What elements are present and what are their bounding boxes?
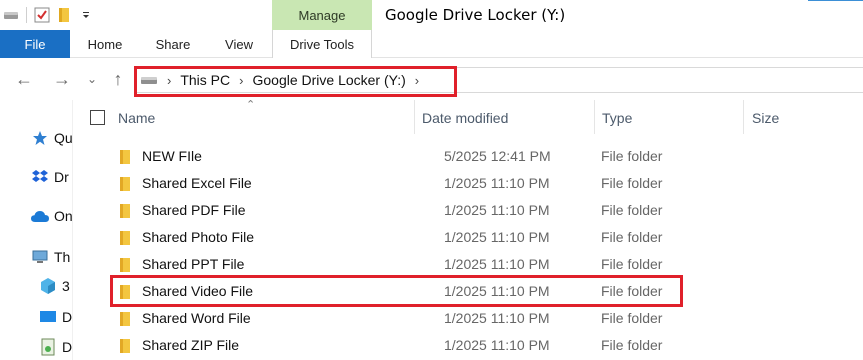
folder-icon	[120, 312, 130, 326]
column-header-name[interactable]: Name	[118, 100, 408, 136]
drive-icon[interactable]	[0, 0, 22, 30]
tab-home[interactable]: Home	[84, 30, 126, 58]
folder-icon	[120, 231, 130, 245]
onedrive-cloud-icon	[30, 207, 50, 225]
forward-arrow-icon[interactable]: →	[50, 66, 74, 92]
tab-view[interactable]: View	[220, 30, 258, 58]
column-header-type[interactable]: Type	[602, 100, 732, 136]
nav-item-documents[interactable]: D	[38, 337, 72, 357]
window-title: Google Drive Locker (Y:)	[385, 6, 566, 24]
file-date-modified: 1/2025 11:10 PM	[444, 256, 550, 272]
annotation-highlight-row	[110, 275, 683, 307]
file-name: Shared ZIP File	[142, 337, 240, 353]
documents-icon	[38, 338, 58, 356]
file-row[interactable]: Shared Photo File 1/2025 11:10 PM File f…	[112, 225, 672, 251]
file-type: File folder	[601, 202, 663, 218]
file-date-modified: 1/2025 11:10 PM	[444, 337, 550, 353]
file-row[interactable]: Shared ZIP File 1/2025 11:10 PM File fol…	[112, 333, 672, 359]
nav-item-quick-access[interactable]: Qu	[30, 128, 73, 148]
customize-toolbar-chevron-icon[interactable]	[75, 0, 97, 30]
tab-file[interactable]: File	[0, 30, 70, 58]
file-type: File folder	[601, 148, 663, 164]
nav-item-3d-objects[interactable]: 3	[38, 276, 70, 296]
column-divider[interactable]	[594, 100, 595, 134]
nav-item-this-pc[interactable]: Th	[30, 247, 70, 267]
dropbox-icon	[30, 168, 50, 186]
this-pc-icon	[30, 248, 50, 266]
back-arrow-icon[interactable]: ←	[12, 66, 36, 92]
file-row[interactable]: Shared Word File 1/2025 11:10 PM File fo…	[112, 306, 672, 332]
nav-item-desktop[interactable]: D	[38, 307, 72, 327]
folder-icon	[120, 339, 130, 353]
nav-item-dropbox[interactable]: Dr	[30, 167, 69, 187]
file-name: Shared PPT File	[142, 256, 245, 272]
tab-manage[interactable]: Manage	[272, 0, 372, 30]
file-date-modified: 1/2025 11:10 PM	[444, 310, 550, 326]
3d-objects-icon	[38, 277, 58, 295]
file-name: Shared Excel File	[142, 175, 252, 191]
nav-item-label: On	[54, 208, 73, 224]
title-bar: Manage Google Drive Locker (Y:)	[0, 0, 863, 30]
up-arrow-icon[interactable]: ↑	[106, 66, 130, 92]
file-name: Shared Word File	[142, 310, 251, 326]
folder-icon	[120, 150, 130, 164]
file-type: File folder	[601, 175, 663, 191]
nav-item-label: D	[62, 309, 73, 325]
nav-item-onedrive[interactable]: On	[30, 206, 73, 226]
select-all-checkbox[interactable]	[90, 110, 105, 125]
file-type: File folder	[601, 229, 663, 245]
navigation-pane: Qu Dr On Th 3 D D	[0, 100, 73, 360]
file-name: Shared Photo File	[142, 229, 255, 245]
recent-locations-chevron-icon[interactable]: ⌄	[80, 66, 104, 92]
file-date-modified: 1/2025 11:10 PM	[444, 175, 550, 191]
tab-drive-tools[interactable]: Drive Tools	[272, 30, 372, 58]
column-divider[interactable]	[414, 100, 415, 134]
file-row[interactable]: NEW FIle 5/2025 12:41 PM File folder	[112, 144, 672, 170]
nav-item-label: Dr	[54, 169, 69, 185]
folder-icon	[120, 204, 130, 218]
nav-item-label: 3	[62, 278, 70, 294]
file-date-modified: 1/2025 11:10 PM	[444, 202, 550, 218]
annotation-highlight-address	[134, 66, 457, 97]
qat-separator	[26, 7, 27, 23]
column-divider[interactable]	[743, 100, 744, 134]
desktop-icon	[38, 308, 58, 326]
ribbon-tabs: File Home Share View Drive Tools	[0, 30, 863, 58]
tab-share[interactable]: Share	[152, 30, 194, 58]
file-type: File folder	[601, 256, 663, 272]
file-row[interactable]: Shared Excel File 1/2025 11:10 PM File f…	[112, 171, 672, 197]
file-type: File folder	[601, 310, 663, 326]
properties-check-icon[interactable]	[31, 0, 53, 30]
file-type: File folder	[601, 337, 663, 353]
quick-access-toolbar	[0, 0, 97, 30]
folder-icon	[120, 177, 130, 191]
new-folder-icon[interactable]	[53, 0, 75, 30]
nav-item-label: Qu	[54, 130, 73, 146]
column-header-date-modified[interactable]: Date modified	[422, 100, 592, 136]
nav-item-label: Th	[54, 249, 71, 265]
file-row[interactable]: Shared PDF File 1/2025 11:10 PM File fol…	[112, 198, 672, 224]
file-date-modified: 5/2025 12:41 PM	[444, 148, 551, 164]
file-date-modified: 1/2025 11:10 PM	[444, 229, 550, 245]
quick-access-star-icon	[30, 129, 50, 147]
folder-icon	[120, 258, 130, 272]
file-name: NEW FIle	[142, 148, 202, 164]
file-name: Shared PDF File	[142, 202, 246, 218]
column-header-size[interactable]: Size	[752, 100, 852, 136]
window-control-edge	[808, 0, 863, 1]
nav-item-label: D	[62, 339, 73, 355]
